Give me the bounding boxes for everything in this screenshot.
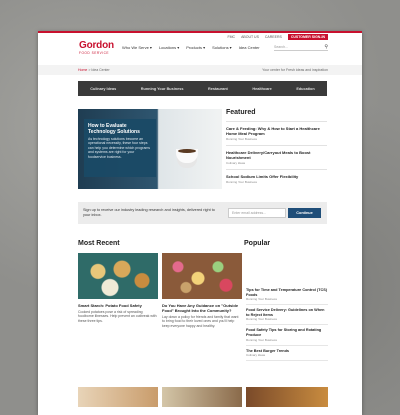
cookie-tray-image[interactable] (162, 253, 242, 299)
featured-item-title[interactable]: Care & Feeding: Why & How to Start a Hea… (226, 126, 327, 136)
continue-button[interactable]: Continue (288, 208, 321, 218)
search-icon[interactable]: ⚲ (324, 44, 328, 50)
featured-item[interactable]: Healthcare Delivery/Carryout Meals to Bo… (226, 145, 327, 169)
brand-topline (38, 31, 362, 33)
category-nav: Culinary Ideas Running Your Business Res… (78, 81, 327, 96)
newsletter-signup: Sign up to receive our industry leading … (78, 202, 327, 224)
bottom-card-image[interactable] (246, 387, 328, 407)
breadcrumb: Home > Idea Center (78, 68, 110, 72)
newsletter-text: Sign up to receive our industry leading … (83, 208, 215, 217)
breadcrumb-home-link[interactable]: Home (78, 68, 87, 72)
popular-item-tag: Running Your Business (246, 317, 278, 322)
hero-description: As technology solutions become an operat… (88, 137, 151, 159)
main-nav: Who We Serve ▾ Locations ▾ Products ▾ So… (122, 45, 260, 50)
featured-item-tag: Culinary Ideas (226, 161, 246, 165)
popular-item-tag: Culinary Ideas (246, 353, 266, 358)
category-healthcare[interactable]: Healthcare (252, 87, 271, 91)
article-card-excerpt: Cooked potatoes pose a risk of spreading… (78, 310, 157, 323)
popular-item-title[interactable]: Tips for Time and Temperature Control (T… (246, 288, 328, 297)
nav-locations[interactable]: Locations ▾ (159, 45, 179, 50)
nav-who-we-serve[interactable]: Who We Serve ▾ (122, 45, 152, 50)
hero-banner[interactable]: How to Evaluate Technology Solutions As … (78, 109, 222, 189)
hero-title[interactable]: How to Evaluate Technology Solutions (88, 123, 152, 135)
featured-item-title[interactable]: Healthcare Delivery/Carryout Meals to Bo… (226, 150, 327, 160)
popular-item-tag: Running Your Business (246, 297, 278, 302)
featured-heading: Featured (226, 109, 256, 116)
featured-section: Featured Care & Feeding: Why & How to St… (226, 109, 327, 188)
article-card[interactable]: Smart Starch: Potato Food Safety Cooked … (78, 253, 158, 323)
potato-dishes-image[interactable] (78, 253, 158, 299)
popular-item[interactable]: The Best Burger Trends Culinary Ideas (246, 346, 328, 362)
featured-item-title[interactable]: School Sodium Limits Offer Flexibility (226, 174, 327, 179)
logo-wordmark: Gordon (79, 40, 114, 51)
idea-center-tagline: Your center for Fresh ideas and inspirat… (262, 68, 328, 72)
web-page: FMC ABOUT US CAREERS CUSTOMER SIGN-IN Go… (38, 31, 362, 415)
nav-idea-center[interactable]: Idea Center (239, 45, 260, 50)
most-recent-heading: Most Recent (78, 240, 120, 247)
popular-list: Tips for Time and Temperature Control (T… (246, 285, 328, 362)
featured-item-tag: Running Your Business (226, 137, 258, 141)
article-card[interactable]: Do You Have Any Guidance on "Outside Foo… (162, 253, 242, 328)
popular-item-title[interactable]: Food Service Delivery: Guidelines on Whe… (246, 308, 328, 317)
category-culinary-ideas[interactable]: Culinary Ideas (90, 87, 116, 91)
featured-item[interactable]: Care & Feeding: Why & How to Start a Hea… (226, 121, 327, 145)
popular-item[interactable]: Food Service Delivery: Guidelines on Whe… (246, 305, 328, 326)
article-card-excerpt: Lay down a policy for friends and family… (162, 315, 239, 328)
bottom-card-image[interactable] (78, 387, 158, 407)
popular-item[interactable]: Food Safety Tips for Storing and Rotatin… (246, 325, 328, 346)
nav-solutions[interactable]: Solutions ▾ (212, 45, 232, 50)
search-input[interactable]: Search... ⚲ (274, 44, 328, 51)
category-running-your-business[interactable]: Running Your Business (141, 87, 184, 91)
popular-heading: Popular (244, 240, 271, 247)
article-card-title[interactable]: Smart Starch: Potato Food Safety (78, 303, 158, 308)
popular-item-tag: Running Your Business (246, 337, 278, 342)
gordon-logo[interactable]: Gordon FOOD SERVICE (79, 40, 114, 56)
category-restaurant[interactable]: Restaurant (208, 87, 228, 91)
featured-item[interactable]: School Sodium Limits Offer Flexibility R… (226, 169, 327, 188)
email-field[interactable]: Enter email address... (228, 208, 286, 218)
logo-subtitle: FOOD SERVICE (79, 51, 110, 55)
article-card-title[interactable]: Do You Have Any Guidance on "Outside Foo… (162, 303, 242, 313)
site-header: Gordon FOOD SERVICE Who We Serve ▾ Locat… (38, 39, 362, 65)
breadcrumb-bar: Home > Idea Center Your center for Fresh… (38, 65, 362, 75)
hero-text-panel: How to Evaluate Technology Solutions As … (84, 119, 156, 177)
featured-item-tag: Running Your Business (226, 180, 258, 184)
search-placeholder: Search... (274, 45, 289, 49)
breadcrumb-current: Idea Center (91, 68, 110, 72)
popular-item[interactable]: Tips for Time and Temperature Control (T… (246, 285, 328, 306)
category-education[interactable]: Education (296, 87, 314, 91)
nav-products[interactable]: Products ▾ (186, 45, 205, 50)
popular-item-title[interactable]: Food Safety Tips for Storing and Rotatin… (246, 328, 328, 337)
coffee-surface-image (178, 149, 196, 153)
bottom-card-image[interactable] (162, 387, 242, 407)
